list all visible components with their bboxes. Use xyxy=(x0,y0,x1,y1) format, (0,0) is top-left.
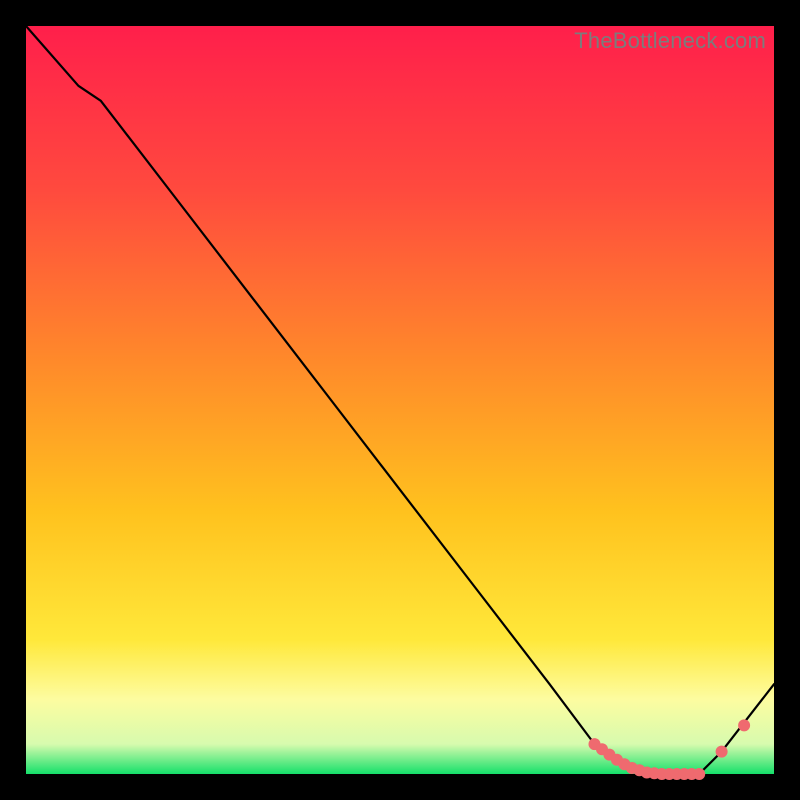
chart-plot-area: TheBottleneck.com xyxy=(26,26,774,774)
marker-group xyxy=(589,719,751,780)
marker-point xyxy=(716,746,728,758)
chart-stage: TheBottleneck.com xyxy=(0,0,800,800)
marker-point xyxy=(738,719,750,731)
marker-point xyxy=(693,768,705,780)
bottleneck-curve xyxy=(26,26,774,774)
chart-overlay xyxy=(26,26,774,774)
attribution-label: TheBottleneck.com xyxy=(574,28,766,54)
